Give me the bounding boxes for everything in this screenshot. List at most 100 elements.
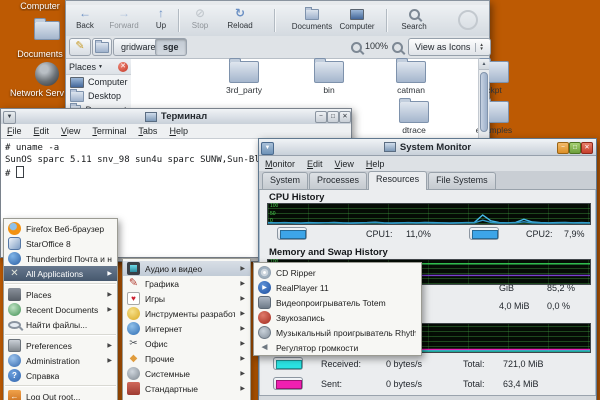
received-color-button[interactable] (273, 357, 303, 370)
close-sidebar-icon[interactable]: ✕ (118, 62, 128, 72)
stop-button[interactable]: ⊘ Stop (184, 7, 216, 30)
menu-item-preferences[interactable]: Preferences ▶ (4, 338, 117, 353)
menu-item-volume-control[interactable]: ◄Регулятор громкости (254, 340, 421, 355)
rhythmbox-icon (258, 326, 271, 339)
root-path-button[interactable] (92, 38, 112, 56)
menu-item-log-out[interactable]: ←Log Out root... (4, 389, 117, 400)
folder-label: examples (462, 125, 526, 135)
menu-item-help[interactable]: ? Справка (4, 368, 117, 383)
edit-location-button[interactable]: ✎ (69, 38, 91, 56)
menubar-item-tabs[interactable]: Tabs (138, 126, 157, 136)
desktop-icon-computer[interactable]: Computer (10, 1, 70, 11)
scrollbar-thumb[interactable] (480, 72, 488, 132)
sidebar-item-label: Desktop (88, 91, 121, 101)
scroll-up-icon[interactable]: ▲ (479, 59, 489, 70)
menubar-item-edit[interactable]: Edit (34, 126, 50, 136)
menubar-item-view[interactable]: View (335, 159, 354, 169)
menu-item-games[interactable]: ♥Игры▶ (123, 291, 250, 306)
folder-catman[interactable]: catman (379, 61, 443, 95)
zoom-level: 100% (365, 41, 388, 51)
zoom-out-icon[interactable] (351, 42, 362, 53)
system-monitor-titlebar[interactable]: System Monitor (259, 139, 596, 156)
menu-item-graphics[interactable]: ✎Графика▶ (123, 276, 250, 291)
tab-processes[interactable]: Processes (309, 172, 367, 189)
folder-bin[interactable]: bin (297, 61, 361, 95)
menu-item-audio-video[interactable]: Аудио и видео▶ (123, 261, 250, 276)
menu-item-administration[interactable]: Administration▶ (4, 353, 117, 368)
maximize-button[interactable]: □ (327, 111, 339, 123)
submenu-arrow-icon: ▶ (107, 342, 112, 349)
folder-dtrace[interactable]: dtrace (382, 101, 446, 135)
minimize-button[interactable]: − (315, 111, 327, 123)
menu-item-thunderbird[interactable]: Thunderbird Почта и новости (4, 251, 117, 266)
menu-item-internet[interactable]: Интернет▶ (123, 321, 250, 336)
tab-system[interactable]: System (262, 172, 308, 189)
menubar-item-help[interactable]: Help (169, 126, 188, 136)
menu-item-accessories[interactable]: Стандартные▶ (123, 381, 250, 396)
up-button[interactable]: ↑ Up (148, 7, 174, 30)
received-swatch-icon (276, 360, 302, 369)
menu-item-label: Recent Documents (26, 305, 98, 315)
throbber-icon (458, 10, 478, 30)
menu-item-system[interactable]: Системные▶ (123, 366, 250, 381)
menu-item-staroffice[interactable]: StarOffice 8 (4, 236, 117, 251)
window-menu-button[interactable]: ▼ (3, 111, 16, 124)
cpu2-color-button[interactable] (469, 227, 499, 240)
terminal-titlebar[interactable]: Терминал (1, 109, 351, 125)
sidebar-item-computer[interactable]: Computer (66, 75, 131, 89)
menu-item-label: Системные (145, 369, 190, 379)
folder-examples[interactable]: examples (462, 101, 526, 135)
menubar-item-help[interactable]: Help (366, 159, 385, 169)
sidebar-item-desktop[interactable]: Desktop (66, 89, 131, 103)
forward-button[interactable]: → Forward (104, 7, 144, 30)
computer-button[interactable]: Computer (332, 7, 382, 31)
search-button[interactable]: Search (394, 7, 434, 31)
staroffice-icon (8, 237, 21, 250)
cpu1-color-button[interactable] (277, 227, 307, 240)
menu-item-cd-ripper[interactable]: CD Ripper (254, 265, 421, 280)
menubar-item-file[interactable]: File (7, 126, 22, 136)
maximize-button[interactable]: □ (569, 142, 581, 154)
menu-item-label: Справка (26, 371, 59, 381)
menu-item-other[interactable]: ◆Прочие▶ (123, 351, 250, 366)
back-button[interactable]: ← Back (70, 7, 100, 30)
folder-ckpt[interactable]: ckpt (462, 61, 526, 95)
close-button[interactable]: ✕ (339, 111, 351, 123)
menu-item-all-applications[interactable]: ✕All Applications▶ (4, 266, 117, 281)
tab-resources[interactable]: Resources (368, 171, 427, 190)
help-icon: ? (8, 369, 21, 382)
menu-item-places[interactable]: Places▶ (4, 287, 117, 302)
menu-item-totem[interactable]: Видеопроигрыватель Totem (254, 295, 421, 310)
menu-item-label: Preferences (26, 341, 72, 351)
window-menu-button[interactable]: ▼ (261, 142, 274, 155)
menu-item-label: Стандартные (145, 384, 198, 394)
y-axis-ticks: 100500 (270, 204, 278, 224)
menubar-item-monitor[interactable]: Monitor (265, 159, 295, 169)
submenu-arrow-icon: ▶ (240, 310, 245, 317)
realplayer-icon: ▶ (258, 281, 271, 294)
zoom-in-icon[interactable] (392, 42, 403, 53)
folder-3rd_party[interactable]: 3rd_party (212, 61, 276, 95)
path-button-sge[interactable]: sge (155, 38, 187, 56)
audio-video-icon (127, 262, 140, 275)
menubar-item-edit[interactable]: Edit (307, 159, 323, 169)
menu-item-recent-documents[interactable]: Recent Documents ▶ (4, 302, 117, 317)
menu-item-rhythmbox[interactable]: Музыкальный проигрыватель Rhythmbox (254, 325, 421, 340)
menu-item-dev-tools[interactable]: Инструменты разработки▶ (123, 306, 250, 321)
minimize-button[interactable]: − (557, 142, 569, 154)
menu-item-sound-recorder[interactable]: Звукозапись (254, 310, 421, 325)
other-icon: ◆ (127, 352, 140, 365)
view-mode-select[interactable]: View as Icons ▲▼ (408, 38, 491, 56)
menu-item-realplayer[interactable]: ▶RealPlayer 11 (254, 280, 421, 295)
reload-button[interactable]: ↻ Reload (220, 7, 260, 30)
submenu-arrow-icon: ▶ (107, 306, 112, 313)
menu-item-office[interactable]: ✂Офис▶ (123, 336, 250, 351)
menubar-item-terminal[interactable]: Terminal (92, 126, 126, 136)
menu-item-find-files[interactable]: Найти файлы... (4, 317, 117, 332)
sent-color-button[interactable] (273, 377, 303, 390)
close-button[interactable]: ✕ (581, 142, 593, 154)
menubar-item-view[interactable]: View (61, 126, 80, 136)
places-header[interactable]: Places ▼ ✕ (66, 59, 131, 75)
tab-file-systems[interactable]: File Systems (428, 172, 496, 189)
menu-item-firefox[interactable]: Firefox Веб-браузер (4, 221, 117, 236)
